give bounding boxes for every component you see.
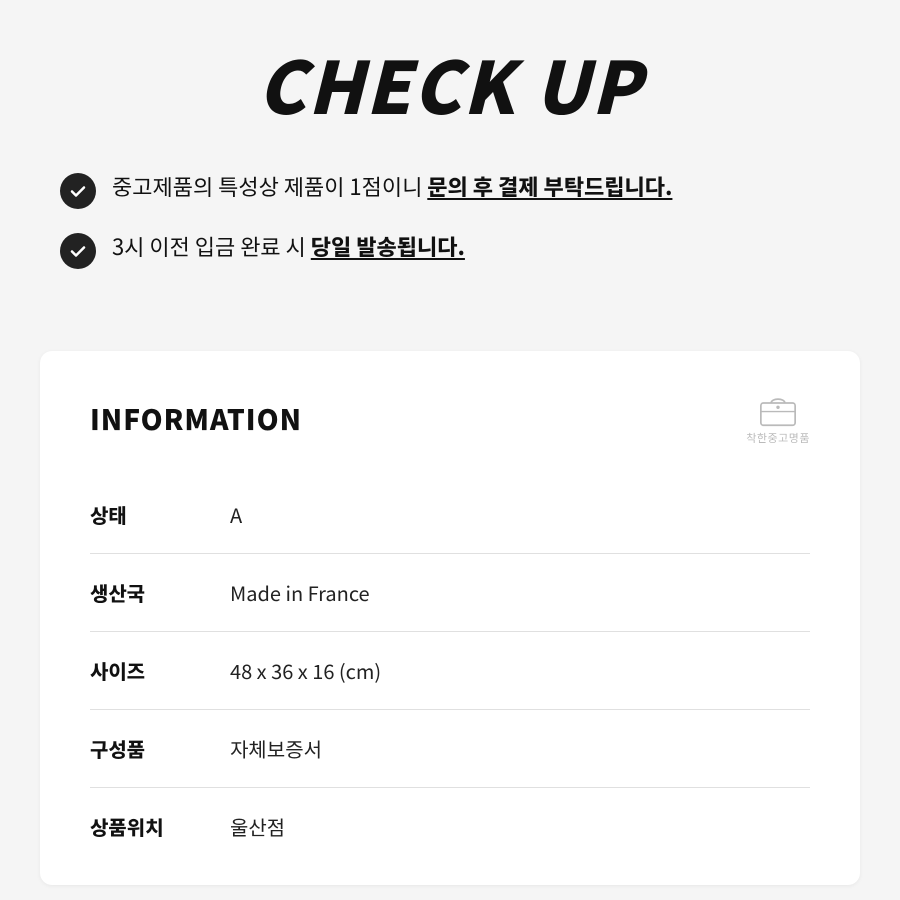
table-value: 48 x 36 x 16 (cm)	[230, 632, 810, 710]
table-row: 상태 A	[90, 476, 810, 554]
information-header: INFORMATION 착한중고명품	[90, 391, 810, 446]
table-value: 자체보증서	[230, 710, 810, 788]
information-table: 상태 A 생산국 Made in France 사이즈 48 x 36 x 16…	[90, 476, 810, 865]
information-title: INFORMATION	[90, 399, 302, 439]
table-row: 구성품 자체보증서	[90, 710, 810, 788]
watermark-label: 착한중고명품	[746, 430, 810, 446]
table-label: 상태	[90, 476, 230, 554]
table-row: 상품위치 울산점	[90, 788, 810, 866]
page-title: CHECK UP	[60, 30, 840, 135]
watermark-bag-icon	[756, 391, 800, 427]
checklist-item-highlight-2: 당일 발송됩니다.	[311, 230, 465, 262]
checklist-item-highlight-1: 문의 후 결제 부탁드립니다.	[427, 170, 672, 202]
table-row: 생산국 Made in France	[90, 554, 810, 632]
checklist-item-text-2: 3시 이전 입금 완료 시 당일 발송됩니다.	[112, 231, 465, 262]
checklist: 중고제품의 특성상 제품이 1점이니 문의 후 결제 부탁드립니다. 3시 이전…	[60, 171, 840, 269]
table-label: 상품위치	[90, 788, 230, 866]
table-value: A	[230, 476, 810, 554]
table-row: 사이즈 48 x 36 x 16 (cm)	[90, 632, 810, 710]
top-section: CHECK UP 중고제품의 특성상 제품이 1점이니 문의 후 결제 부탁드립…	[0, 0, 900, 331]
list-item: 3시 이전 입금 완료 시 당일 발송됩니다.	[60, 231, 840, 269]
watermark: 착한중고명품	[746, 391, 810, 446]
checklist-item-text-1: 중고제품의 특성상 제품이 1점이니 문의 후 결제 부탁드립니다.	[112, 171, 672, 202]
table-label: 생산국	[90, 554, 230, 632]
list-item: 중고제품의 특성상 제품이 1점이니 문의 후 결제 부탁드립니다.	[60, 171, 840, 209]
table-label: 구성품	[90, 710, 230, 788]
table-value: 울산점	[230, 788, 810, 866]
information-section: INFORMATION 착한중고명품 상태 A 생산국 Made in Fran…	[40, 351, 860, 885]
table-value: Made in France	[230, 554, 810, 632]
check-icon-2	[60, 233, 96, 269]
check-icon-1	[60, 173, 96, 209]
table-label: 사이즈	[90, 632, 230, 710]
